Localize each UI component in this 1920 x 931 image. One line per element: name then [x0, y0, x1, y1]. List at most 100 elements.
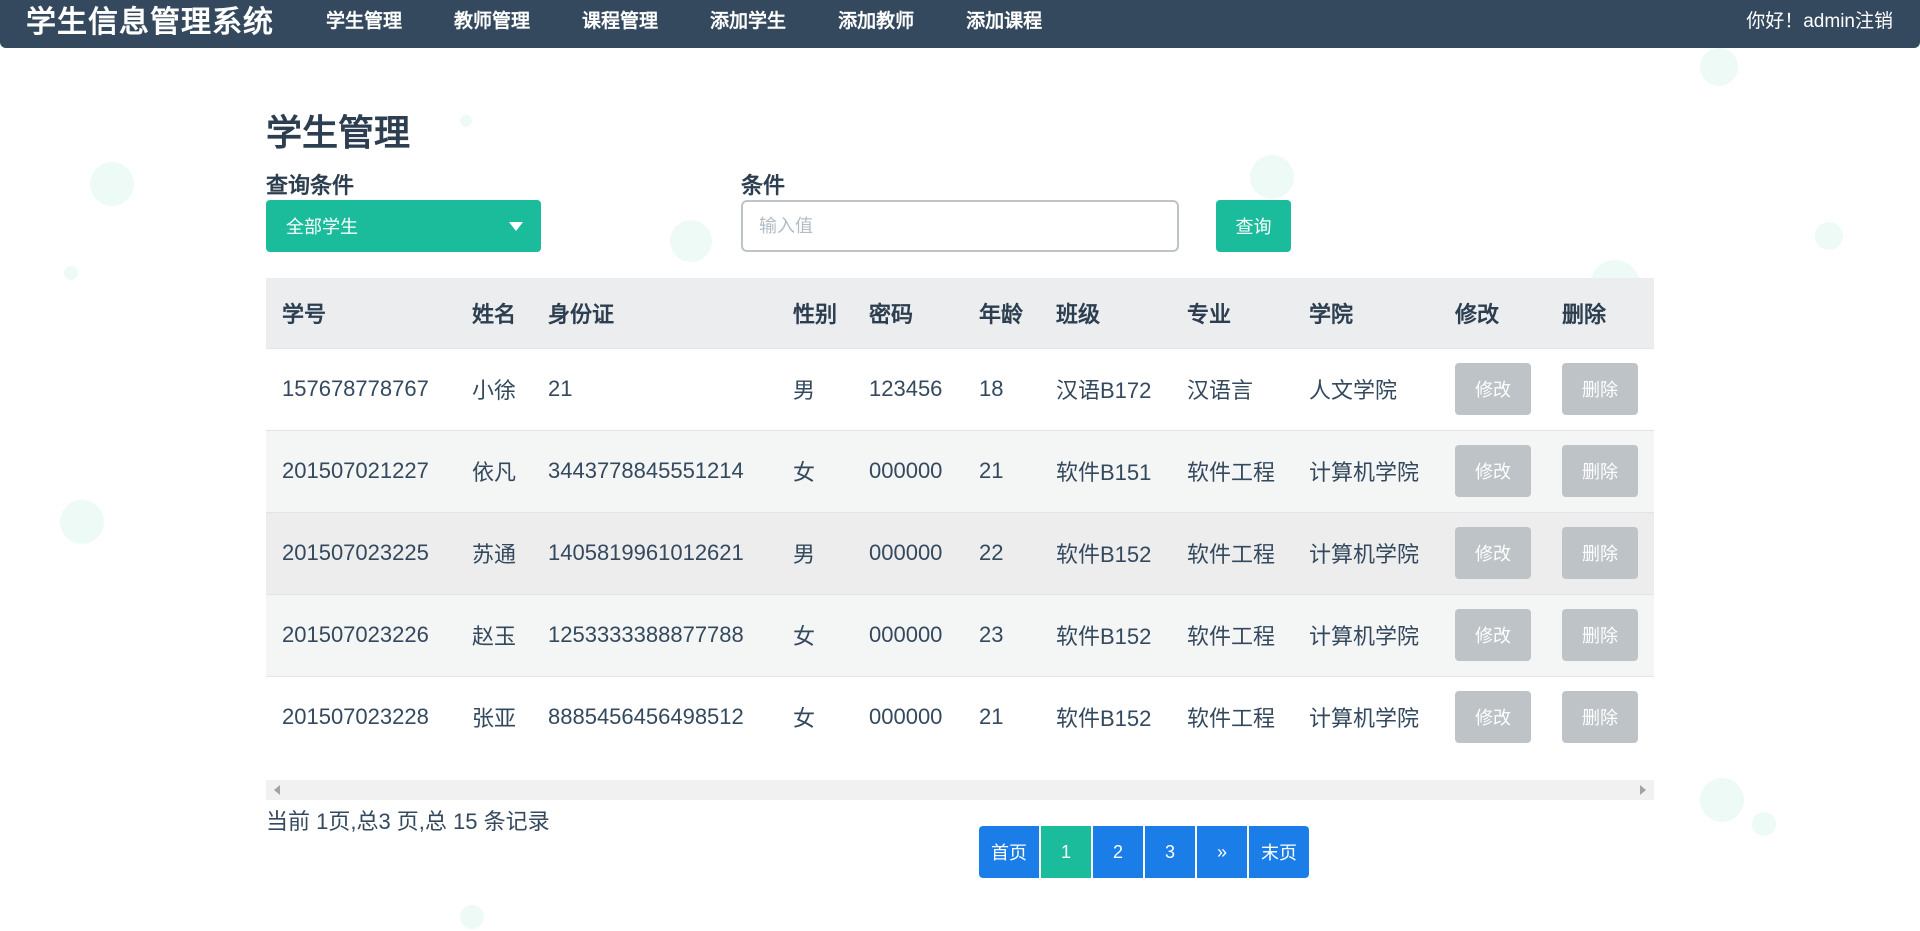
- horizontal-scrollbar[interactable]: [266, 780, 1654, 800]
- pagination-page-3[interactable]: 3: [1145, 826, 1195, 878]
- logout-link[interactable]: 注销: [1855, 6, 1893, 33]
- pagination-page-1[interactable]: 1: [1041, 826, 1091, 878]
- nav-add-student[interactable]: 添加学生: [684, 6, 812, 33]
- cell-major: 软件工程: [1187, 460, 1276, 485]
- nav-teacher-management[interactable]: 教师管理: [428, 6, 556, 33]
- delete-button[interactable]: 删除: [1562, 691, 1638, 744]
- cell-id-card: 1405819961012621: [548, 540, 744, 565]
- table-row: 201507023225 苏通 1405819961012621 男 00000…: [266, 512, 1654, 594]
- cell-id-card: 8885456456498512: [548, 704, 744, 730]
- delete-button[interactable]: 删除: [1562, 445, 1638, 497]
- top-navbar: 学生信息管理系统 学生管理 教师管理 课程管理 添加学生 添加教师 添加课程 你…: [0, 0, 1920, 48]
- user-area: 你好！admin 注销: [1746, 6, 1893, 33]
- pagination-page-2[interactable]: 2: [1093, 826, 1143, 878]
- caret-down-icon: [509, 222, 523, 231]
- delete-button[interactable]: 删除: [1562, 527, 1638, 579]
- pagination-last[interactable]: 末页: [1249, 826, 1309, 878]
- nav-add-course[interactable]: 添加课程: [940, 6, 1068, 33]
- app-title: 学生信息管理系统: [26, 6, 274, 39]
- cell-name: 小徐: [472, 378, 517, 403]
- cell-college: 计算机学院: [1309, 624, 1420, 649]
- cell-gender: 男: [793, 542, 816, 567]
- cell-id-card: 3443778845551214: [548, 458, 744, 483]
- query-button[interactable]: 查询: [1216, 200, 1291, 252]
- nav-links: 学生管理 教师管理 课程管理 添加学生 添加教师 添加课程: [300, 11, 1068, 38]
- cell-class: 软件B151: [1056, 460, 1152, 485]
- student-table: 学号 姓名 身份证 性别 密码 年龄 班级 专业 学院 修改 删除 157678…: [266, 278, 1654, 758]
- edit-button[interactable]: 修改: [1455, 691, 1531, 744]
- pagination-first[interactable]: 首页: [979, 826, 1039, 878]
- decorative-bubble: [1700, 48, 1738, 86]
- cell-name: 苏通: [472, 542, 517, 567]
- cell-age: 22: [979, 540, 1004, 565]
- page-title: 学生管理: [266, 112, 411, 153]
- header-password: 密码: [869, 301, 914, 327]
- edit-button[interactable]: 修改: [1455, 363, 1531, 415]
- header-age: 年龄: [979, 301, 1024, 327]
- pagination-next[interactable]: »: [1197, 826, 1247, 878]
- pagination: 首页 1 2 3 » 末页: [979, 826, 1311, 878]
- student-table-container: 学号 姓名 身份证 性别 密码 年龄 班级 专业 学院 修改 删除 157678…: [266, 278, 1654, 800]
- cell-gender: 男: [793, 378, 816, 403]
- cell-college: 计算机学院: [1309, 542, 1420, 567]
- cell-student-id: 201507023225: [282, 540, 429, 565]
- cell-college: 计算机学院: [1309, 460, 1420, 485]
- header-class: 班级: [1056, 301, 1101, 327]
- cell-age: 23: [979, 622, 1004, 647]
- scroll-left-icon[interactable]: [274, 785, 280, 795]
- cell-age: 21: [979, 458, 1004, 483]
- cell-gender: 女: [793, 624, 816, 649]
- header-delete: 删除: [1562, 301, 1607, 327]
- cell-gender: 女: [793, 460, 816, 485]
- cell-name: 依凡: [472, 460, 517, 485]
- edit-button[interactable]: 修改: [1455, 609, 1531, 661]
- filter-select-value: 全部学生: [286, 217, 358, 237]
- decorative-bubble: [60, 500, 104, 544]
- cell-student-id: 201507023228: [282, 704, 429, 730]
- cell-id-card: 1253333388877788: [548, 622, 744, 647]
- cell-age: 21: [979, 704, 1004, 730]
- delete-button[interactable]: 删除: [1562, 609, 1638, 661]
- edit-button[interactable]: 修改: [1455, 445, 1531, 497]
- cell-password: 000000: [869, 704, 943, 730]
- condition-label: 条件: [741, 173, 786, 198]
- cell-major: 软件工程: [1187, 624, 1276, 649]
- cell-student-id: 157678778767: [282, 376, 429, 401]
- header-name: 姓名: [472, 301, 517, 327]
- cell-student-id: 201507023226: [282, 622, 429, 647]
- decorative-bubble: [1815, 222, 1843, 250]
- table-row: 201507023226 赵玉 1253333388877788 女 00000…: [266, 594, 1654, 676]
- header-major: 专业: [1187, 301, 1232, 327]
- filter-select[interactable]: 全部学生: [266, 200, 541, 252]
- cell-major: 软件工程: [1187, 542, 1276, 567]
- nav-add-teacher[interactable]: 添加教师: [812, 6, 940, 33]
- cell-password: 000000: [869, 622, 943, 647]
- cell-class: 软件B152: [1056, 706, 1152, 732]
- condition-input[interactable]: [741, 200, 1179, 252]
- header-edit: 修改: [1455, 301, 1500, 327]
- header-id-card: 身份证: [548, 301, 615, 327]
- cell-password: 123456: [869, 376, 943, 401]
- edit-button[interactable]: 修改: [1455, 527, 1531, 579]
- nav-course-management[interactable]: 课程管理: [556, 6, 684, 33]
- nav-student-management[interactable]: 学生管理: [300, 6, 428, 33]
- table-row: 201507021227 依凡 3443778845551214 女 00000…: [266, 430, 1654, 512]
- cell-major: 汉语言: [1187, 378, 1254, 403]
- cell-college: 人文学院: [1309, 378, 1398, 403]
- scroll-right-icon[interactable]: [1640, 785, 1646, 795]
- cell-major: 软件工程: [1187, 706, 1276, 732]
- decorative-bubble: [460, 905, 484, 929]
- decorative-bubble: [1752, 812, 1776, 836]
- records-summary: 当前 1页,总3 页,总 15 条记录: [266, 809, 550, 834]
- cell-name: 张亚: [472, 706, 517, 732]
- cell-gender: 女: [793, 706, 816, 732]
- cell-college: 计算机学院: [1309, 706, 1420, 732]
- header-college: 学院: [1309, 301, 1354, 327]
- table-row: 201507023228 张亚 8885456456498512 女 00000…: [266, 676, 1654, 758]
- cell-class: 汉语B172: [1056, 378, 1152, 403]
- greeting-text: 你好！admin: [1746, 10, 1855, 32]
- table-header-row: 学号 姓名 身份证 性别 密码 年龄 班级 专业 学院 修改 删除: [266, 278, 1654, 348]
- delete-button[interactable]: 删除: [1562, 363, 1638, 415]
- decorative-bubble: [90, 162, 134, 206]
- cell-class: 软件B152: [1056, 624, 1152, 649]
